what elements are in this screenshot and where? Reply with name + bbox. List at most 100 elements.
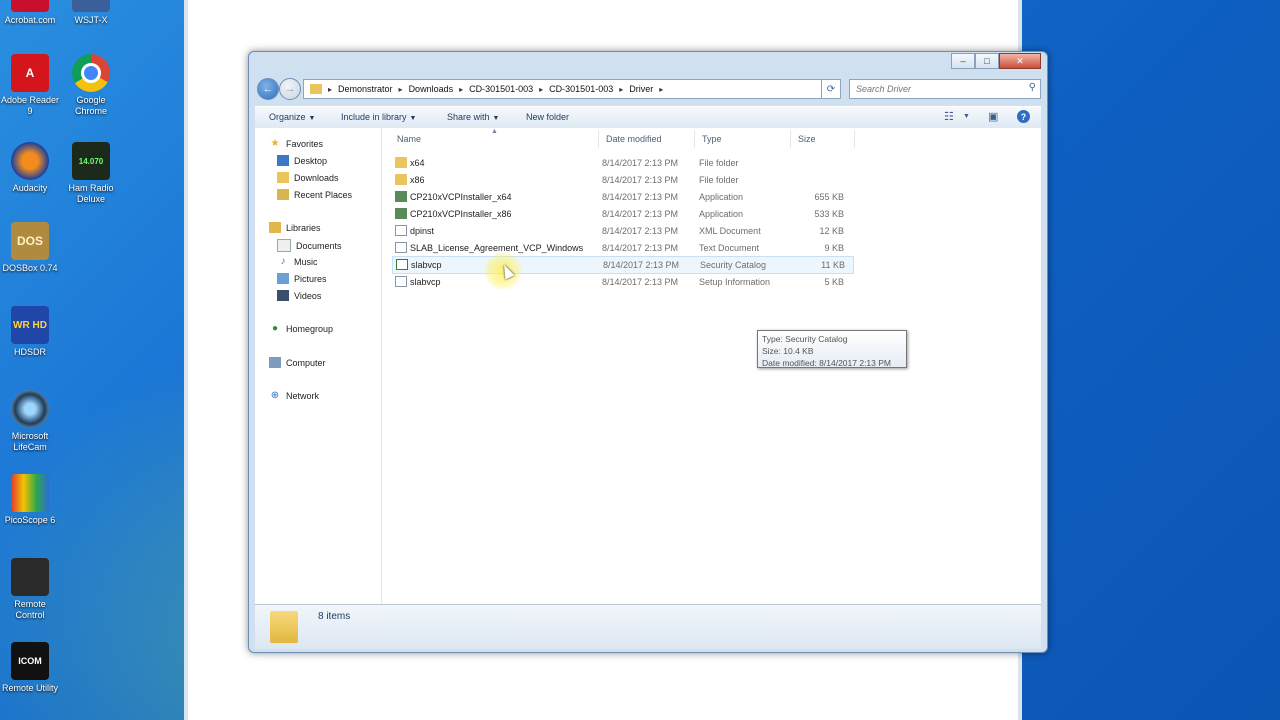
file-tooltip: Type: Security Catalog Size: 10.4 KB Dat… bbox=[757, 330, 907, 368]
search-icon[interactable]: ⚲ bbox=[1029, 82, 1036, 93]
search-box[interactable]: ⚲ bbox=[849, 79, 1041, 99]
ham-radio-deluxe-icon: 14.070 bbox=[72, 142, 110, 180]
search-input[interactable] bbox=[854, 80, 1018, 98]
include-in-library-menu[interactable]: Include in library ▼ bbox=[341, 112, 416, 122]
chrome-center-icon bbox=[81, 63, 101, 83]
file-row[interactable]: CP210xVCPInstaller_x86 8/14/2017 2:13 PM… bbox=[392, 206, 852, 222]
desktop-icon-picoscope[interactable]: PicoScope 6 bbox=[0, 474, 60, 526]
nav-videos[interactable]: Videos bbox=[277, 290, 321, 301]
nav-favorites[interactable]: ★ Favorites bbox=[269, 138, 324, 149]
breadcrumb-driver[interactable]: Driver bbox=[629, 84, 653, 94]
column-separator[interactable] bbox=[598, 130, 599, 148]
file-row[interactable]: SLAB_License_Agreement_VCP_Windows 8/14/… bbox=[392, 240, 852, 256]
view-options-icon[interactable]: ☷ bbox=[944, 110, 954, 123]
preview-pane-icon[interactable]: ▣ bbox=[988, 110, 998, 123]
file-row[interactable]: slabvcp 8/14/2017 2:13 PM Setup Informat… bbox=[392, 274, 852, 290]
recent-places-icon bbox=[277, 189, 289, 200]
homegroup-icon: ● bbox=[271, 323, 279, 334]
videos-icon bbox=[277, 290, 289, 301]
desktop-icon-google-chrome[interactable]: Google Chrome bbox=[61, 54, 121, 117]
downloads-folder-icon bbox=[277, 172, 289, 183]
command-bar: Organize ▼ Include in library ▼ Share with… bbox=[255, 106, 1041, 129]
file-row[interactable]: x64 8/14/2017 2:13 PM File folder bbox=[392, 155, 852, 171]
icom-icon: ICOM bbox=[11, 642, 49, 680]
address-bar[interactable]: ▸ Demonstrator ▸ Downloads ▸ CD-301501-0… bbox=[303, 79, 841, 99]
column-header-date-modified[interactable]: Date modified bbox=[606, 134, 662, 144]
breadcrumb-separator-icon: ▸ bbox=[328, 84, 333, 94]
breadcrumb-cd-301501-003-inner[interactable]: CD-301501-003 bbox=[549, 84, 613, 94]
breadcrumb-demonstrator[interactable]: Demonstrator bbox=[338, 84, 393, 94]
desktop-icon-hdsdr[interactable]: WR HD HDSDR bbox=[0, 306, 60, 358]
breadcrumb-downloads[interactable]: Downloads bbox=[409, 84, 454, 94]
acrobat-icon bbox=[11, 0, 49, 12]
file-row[interactable]: slabvcp 8/14/2017 2:13 PM Security Catal… bbox=[392, 256, 854, 274]
desktop-icon-acrobat-com[interactable]: Acrobat.com bbox=[0, 0, 60, 26]
share-with-menu[interactable]: Share with ▼ bbox=[447, 112, 499, 122]
refresh-button[interactable]: ⟳ bbox=[821, 79, 841, 99]
desktop-icon-dosbox[interactable]: DOS DOSBox 0.74 bbox=[0, 222, 60, 274]
refresh-icon: ⟳ bbox=[826, 83, 836, 95]
nav-computer[interactable]: Computer bbox=[269, 357, 326, 368]
documents-icon bbox=[277, 239, 291, 252]
desktop-icon-remote-control[interactable]: Remote Control bbox=[0, 558, 60, 621]
desktop-icon-ham-radio-deluxe[interactable]: 14.070 Ham Radio Deluxe bbox=[61, 142, 121, 205]
caption-buttons: – □ ✕ bbox=[951, 53, 1041, 69]
breadcrumb-separator-icon: ▸ bbox=[659, 84, 664, 94]
tooltip-size: Size: 10.4 KB bbox=[762, 346, 814, 356]
column-separator[interactable] bbox=[694, 130, 695, 148]
nav-desktop[interactable]: Desktop bbox=[277, 155, 327, 166]
file-list-pane: ▲ Name Date modified Type Size x64 8/14/… bbox=[382, 128, 1041, 604]
forward-button[interactable]: → bbox=[279, 78, 301, 100]
desktop-icon-remote-utility[interactable]: ICOM Remote Utility bbox=[0, 642, 60, 694]
organize-menu[interactable]: Organize ▼ bbox=[269, 112, 315, 122]
nav-homegroup[interactable]: ● Homegroup bbox=[269, 323, 333, 334]
breadcrumb-separator-icon: ▸ bbox=[619, 84, 624, 94]
nav-network[interactable]: ⊕ Network bbox=[269, 390, 319, 401]
file-row[interactable]: x86 8/14/2017 2:13 PM File folder bbox=[392, 172, 852, 188]
folder-icon bbox=[270, 611, 298, 643]
breadcrumb-separator-icon: ▸ bbox=[539, 84, 544, 94]
nav-music[interactable]: ♪ Music bbox=[277, 256, 318, 267]
desktop-icon-audacity[interactable]: Audacity bbox=[0, 142, 60, 194]
maximize-button[interactable]: □ bbox=[975, 53, 999, 69]
audacity-icon bbox=[11, 142, 49, 180]
help-icon[interactable]: ? bbox=[1017, 110, 1030, 123]
pictures-icon bbox=[277, 273, 289, 284]
file-row[interactable]: CP210xVCPInstaller_x64 8/14/2017 2:13 PM… bbox=[392, 189, 852, 205]
column-header-type[interactable]: Type bbox=[702, 134, 722, 144]
column-separator[interactable] bbox=[790, 130, 791, 148]
breadcrumb-separator-icon: ▸ bbox=[459, 84, 464, 94]
column-header-size[interactable]: Size bbox=[798, 134, 816, 144]
setup-information-icon bbox=[395, 276, 407, 287]
folder-icon bbox=[395, 157, 407, 168]
computer-icon bbox=[269, 357, 281, 368]
explorer-window: – □ ✕ ← → ▸ Demonstrator ▸ Downloads ▸ C… bbox=[248, 51, 1048, 653]
close-icon: ✕ bbox=[1016, 55, 1024, 66]
wsjt-x-icon bbox=[72, 0, 110, 12]
file-row[interactable]: dpinst 8/14/2017 2:13 PM XML Document 12… bbox=[392, 223, 852, 239]
nav-pictures[interactable]: Pictures bbox=[277, 273, 327, 284]
back-arrow-icon: ← bbox=[262, 83, 274, 95]
nav-documents[interactable]: Documents bbox=[277, 239, 342, 252]
nav-recent-places[interactable]: Recent Places bbox=[277, 189, 352, 200]
desktop-icon-wsjt-x[interactable]: WSJT-X bbox=[61, 0, 121, 26]
desktop-icon-adobe-reader[interactable]: A Adobe Reader 9 bbox=[0, 54, 60, 117]
close-button[interactable]: ✕ bbox=[999, 53, 1041, 69]
nav-libraries[interactable]: Libraries bbox=[269, 222, 321, 233]
column-separator[interactable] bbox=[854, 130, 855, 148]
new-folder-button[interactable]: New folder bbox=[526, 112, 569, 122]
column-header-name[interactable]: Name bbox=[397, 134, 421, 144]
security-catalog-icon bbox=[396, 259, 408, 270]
chevron-down-icon: ▼ bbox=[492, 115, 500, 122]
application-icon bbox=[395, 208, 407, 219]
folder-icon bbox=[310, 84, 322, 94]
back-button[interactable]: ← bbox=[257, 78, 279, 100]
minimize-icon: – bbox=[960, 56, 966, 66]
desktop-icon-microsoft-lifecam[interactable]: Microsoft LifeCam bbox=[0, 390, 60, 453]
breadcrumb-cd-301501-003[interactable]: CD-301501-003 bbox=[469, 84, 533, 94]
item-count: 8 items bbox=[318, 611, 351, 622]
view-dropdown-icon[interactable]: ▼ bbox=[963, 113, 970, 120]
navigation-row: ← → ▸ Demonstrator ▸ Downloads ▸ CD-3015… bbox=[255, 78, 1041, 100]
nav-downloads[interactable]: Downloads bbox=[277, 172, 339, 183]
minimize-button[interactable]: – bbox=[951, 53, 975, 69]
